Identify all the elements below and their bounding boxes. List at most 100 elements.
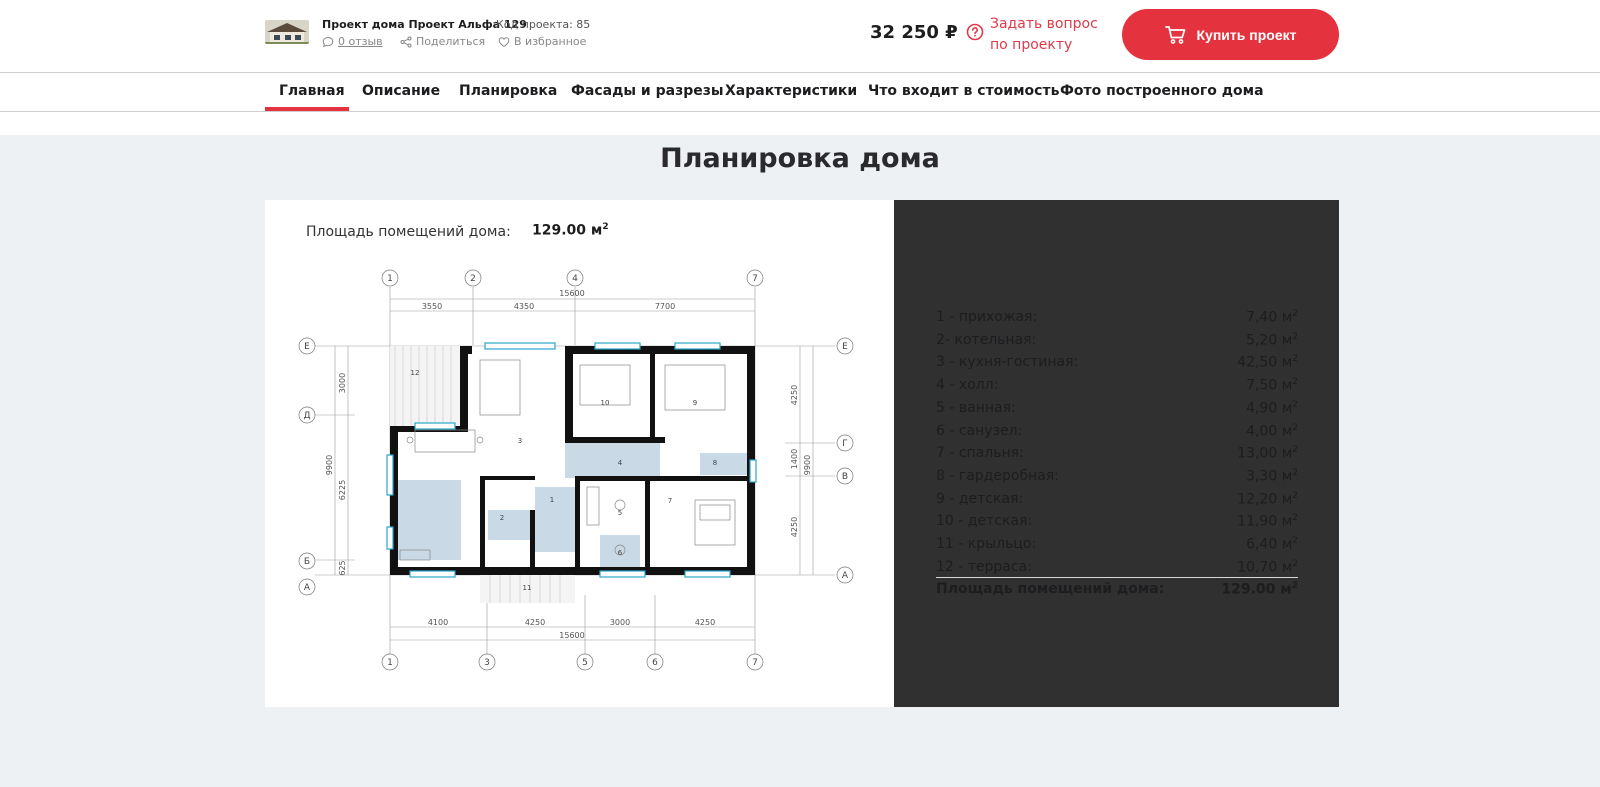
- svg-text:10: 10: [601, 399, 610, 407]
- svg-text:4: 4: [618, 459, 623, 467]
- tab-built-photos[interactable]: Фото построенного дома: [1060, 83, 1264, 99]
- room-area: 7,40 м2: [1246, 309, 1298, 326]
- room-area: 11,90 м2: [1237, 513, 1298, 530]
- comment-icon: [322, 36, 334, 47]
- room-area: 3,30 м2: [1246, 467, 1298, 485]
- dim-left-3: 625: [338, 560, 347, 575]
- dim-bottom-4: 4250: [695, 618, 715, 627]
- axis-bottom-6: 6: [652, 658, 658, 668]
- cart-icon: [1164, 25, 1185, 44]
- svg-text:9: 9: [693, 399, 697, 407]
- svg-text:2: 2: [500, 514, 504, 522]
- room-row: 4 - холл: 7,50 м2: [936, 377, 1298, 394]
- favorite-label[interactable]: В избранное: [514, 35, 586, 48]
- svg-text:3: 3: [518, 437, 522, 445]
- dim-left-2: 6225: [338, 480, 347, 500]
- room-area: 4,90 м2: [1246, 399, 1298, 417]
- favorite-link[interactable]: В избранное: [498, 35, 586, 48]
- room-row: 10 - детская: 11,90 м2: [936, 513, 1298, 530]
- top-bar: Проект дома Проект Альфа 129 Код проекта…: [0, 0, 1600, 73]
- room-row: 11 - крыльцо: 6,40 м2: [936, 536, 1298, 553]
- project-price: 32 250 ₽: [870, 22, 958, 43]
- dim-top-1: 3550: [422, 302, 442, 311]
- axis-left-b: Б: [304, 557, 310, 567]
- dim-right-3: 4250: [790, 517, 799, 537]
- axis-bottom-5: 5: [582, 658, 588, 668]
- room-name: 2- котельная:: [936, 331, 1037, 348]
- axis-right-a: А: [842, 571, 849, 581]
- tab-layout[interactable]: Планировка: [459, 83, 557, 99]
- area-value: 129.00 м2: [532, 222, 609, 239]
- share-icon: [400, 36, 412, 47]
- dim-top-2: 4350: [514, 302, 534, 311]
- room-name: 1 - прихожая:: [936, 309, 1038, 325]
- axis-bottom-7: 7: [752, 658, 758, 668]
- svg-text:5: 5: [618, 509, 622, 517]
- svg-text:11: 11: [523, 584, 532, 592]
- axis-right-v: В: [842, 472, 848, 482]
- dim-bottom-3: 3000: [610, 618, 630, 627]
- room-area: 6,40 м2: [1246, 536, 1298, 553]
- tab-description[interactable]: Описание: [362, 83, 440, 99]
- room-name: 4 - холл:: [936, 377, 999, 394]
- room-row: 3 - кухня-гостиная: 42,50 м2: [936, 354, 1298, 371]
- axis-top-2: 2: [470, 274, 476, 284]
- room-area: 12,20 м2: [1237, 490, 1298, 508]
- room-row: 6 - санузел: 4,00 м2: [936, 423, 1298, 440]
- axis-bottom-1: 1: [387, 658, 393, 668]
- dim-top-total: 15600: [559, 289, 584, 298]
- axis-left-e: Е: [304, 342, 310, 352]
- svg-text:1: 1: [550, 496, 554, 504]
- dim-right-2: 1400: [790, 449, 799, 469]
- ask-line-2[interactable]: по проекту: [990, 35, 1110, 56]
- tab-price-includes[interactable]: Что входит в стоимость: [868, 83, 1059, 99]
- room-area: 7,50 м2: [1246, 377, 1298, 394]
- reviews-count[interactable]: 0 отзыв: [338, 35, 383, 48]
- axis-top-1: 1: [387, 274, 393, 284]
- room-row: 2- котельная: 5,20 м2: [936, 332, 1298, 349]
- axis-left-a: А: [304, 583, 311, 593]
- buy-project-button[interactable]: Купить проект: [1122, 9, 1339, 60]
- tab-main[interactable]: Главная: [279, 83, 345, 99]
- axis-right-e: Е: [842, 342, 848, 352]
- buy-label[interactable]: Купить проект: [1197, 27, 1297, 43]
- floor-plan-drawing[interactable]: 1 2 4 7 1 3 5 6 7 Е Д Б А Е Г В А 15600 …: [295, 265, 865, 690]
- room-row: 12 - терраса: 10,70 м2: [936, 559, 1298, 576]
- svg-text:8: 8: [713, 459, 717, 467]
- axis-right-g: Г: [842, 439, 848, 449]
- room-name: 5 - ванная:: [936, 399, 1016, 416]
- share-label[interactable]: Поделиться: [416, 35, 485, 48]
- reviews-link[interactable]: 0 отзыв: [322, 35, 383, 48]
- room-row: 9 - детская: 12,20 м2: [936, 491, 1298, 508]
- axis-top-7: 7: [752, 274, 758, 284]
- area-label: Площадь помещений дома:: [306, 224, 511, 240]
- heart-icon: [498, 36, 510, 47]
- section-tabs: Главная Описание Планировка Фасады и раз…: [0, 73, 1600, 112]
- svg-text:7: 7: [668, 497, 672, 505]
- room-name: 11 - крыльцо:: [936, 536, 1037, 552]
- svg-text:12: 12: [411, 369, 420, 377]
- room-name: 9 - детская:: [936, 490, 1024, 507]
- share-link[interactable]: Поделиться: [400, 35, 485, 48]
- room-area: 42,50 м2: [1237, 354, 1298, 372]
- room-name: 8 - гардеробная:: [936, 467, 1059, 484]
- dim-bottom-1: 4100: [428, 618, 448, 627]
- project-thumbnail[interactable]: [265, 20, 309, 44]
- room-row: 1 - прихожая: 7,40 м2: [936, 309, 1298, 326]
- tab-specs[interactable]: Характеристики: [725, 83, 857, 99]
- dim-left-total: 9900: [325, 455, 334, 475]
- tab-facades[interactable]: Фасады и разрезы: [571, 83, 724, 99]
- svg-text:6: 6: [618, 549, 623, 557]
- dim-bottom-2: 4250: [525, 618, 545, 627]
- room-name: 12 - терраса:: [936, 558, 1032, 575]
- room-area: 4,00 м2: [1246, 422, 1298, 440]
- ask-line-1[interactable]: Задать вопрос: [990, 14, 1110, 35]
- project-code: Код проекта: 85: [496, 18, 591, 31]
- room-row: 5 - ванная: 4,90 м2: [936, 400, 1298, 417]
- question-icon[interactable]: [966, 23, 984, 41]
- room-row: 8 - гардеробная: 3,30 м2: [936, 468, 1298, 485]
- rooms-total-value: 129.00 м2: [1221, 581, 1298, 598]
- rooms-total-divider: [936, 577, 1298, 578]
- room-area: 5,20 м2: [1246, 331, 1298, 349]
- ask-question-link[interactable]: Задать вопрос по проекту: [990, 14, 1110, 56]
